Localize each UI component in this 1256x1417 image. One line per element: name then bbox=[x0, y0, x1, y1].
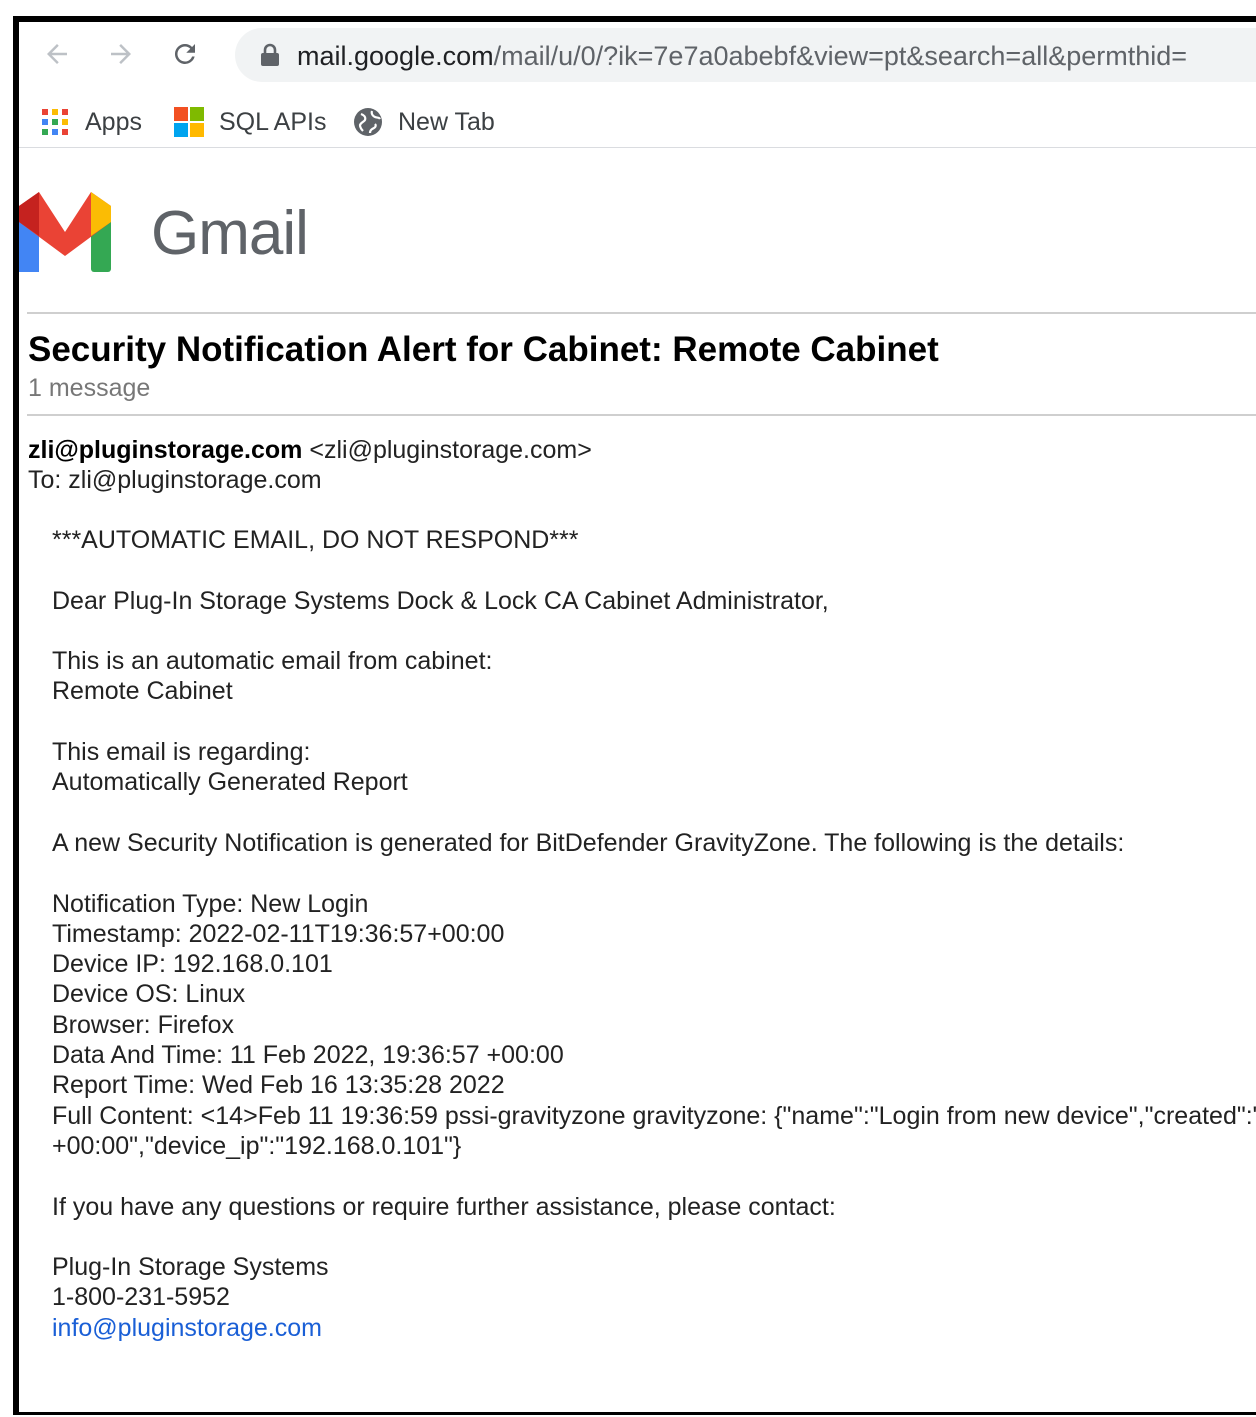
thread-subject: Security Notification Alert for Cabinet:… bbox=[28, 330, 939, 369]
detail-line: Timestamp: 2022-02-11T19:36:57+00:00 bbox=[52, 919, 505, 948]
reload-button[interactable] bbox=[165, 34, 205, 74]
bookmarks-bar: Apps SQL APIs New Tab bbox=[19, 96, 1256, 148]
lock-icon bbox=[261, 43, 279, 66]
detail-line: Device IP: 192.168.0.101 bbox=[52, 950, 333, 979]
detail-line: Notification Type: New Login bbox=[52, 889, 369, 918]
details-intro: A new Security Notification is generated… bbox=[52, 828, 1125, 857]
forward-button[interactable] bbox=[101, 34, 141, 74]
address-bar[interactable]: mail.google.com/mail/u/0/?ik=7e7a0abebf&… bbox=[235, 28, 1256, 82]
detail-line: Browser: Firefox bbox=[52, 1010, 234, 1039]
reload-icon bbox=[174, 43, 195, 64]
detail-line: Data And Time: 11 Feb 2022, 19:36:57 +00… bbox=[52, 1041, 564, 1070]
sender-line: zli@pluginstorage.com <zli@pluginstorage… bbox=[28, 436, 592, 465]
sender-address: <zli@pluginstorage.com> bbox=[309, 436, 592, 464]
intro-line: This is an automatic email from cabinet: bbox=[52, 647, 493, 676]
company-name: Plug-In Storage Systems bbox=[52, 1253, 329, 1282]
bookmark-label: Apps bbox=[85, 107, 142, 136]
windows-logo-icon bbox=[174, 107, 204, 137]
message-count: 1 message bbox=[28, 374, 151, 402]
closing-line: If you have any questions or require fur… bbox=[52, 1192, 836, 1221]
globe-icon bbox=[354, 108, 382, 136]
bookmark-new-tab[interactable]: New Tab bbox=[352, 104, 495, 140]
browser-toolbar: mail.google.com/mail/u/0/?ik=7e7a0abebf&… bbox=[19, 22, 1256, 88]
detail-line: Full Content: <14>Feb 11 19:36:59 pssi-g… bbox=[52, 1101, 1256, 1130]
detail-line: +00:00","device_ip":"192.168.0.101"} bbox=[52, 1131, 462, 1160]
gmail-logo-icon bbox=[19, 192, 111, 272]
greeting-line: Dear Plug-In Storage Systems Dock & Lock… bbox=[52, 586, 829, 615]
bookmark-apps[interactable]: Apps bbox=[39, 104, 142, 140]
sender-name: zli@pluginstorage.com bbox=[28, 436, 303, 464]
apps-grid-icon bbox=[42, 109, 68, 135]
regarding-value: Automatically Generated Report bbox=[52, 768, 408, 797]
email-body: ***AUTOMATIC EMAIL, DO NOT RESPOND*** De… bbox=[52, 525, 1256, 1343]
divider bbox=[27, 414, 1256, 416]
banner-line: ***AUTOMATIC EMAIL, DO NOT RESPOND*** bbox=[52, 526, 579, 554]
gmail-wordmark: Gmail bbox=[151, 199, 309, 268]
divider bbox=[27, 312, 1256, 314]
recipient-line: To: zli@pluginstorage.com bbox=[28, 466, 322, 494]
browser-window: mail.google.com/mail/u/0/?ik=7e7a0abebf&… bbox=[13, 16, 1256, 1415]
arrow-right-icon bbox=[111, 44, 131, 64]
bookmark-label: New Tab bbox=[398, 107, 495, 136]
url-text: mail.google.com/mail/u/0/?ik=7e7a0abebf&… bbox=[297, 41, 1188, 71]
detail-line: Device OS: Linux bbox=[52, 980, 246, 1009]
detail-line: Report Time: Wed Feb 16 13:35:28 2022 bbox=[52, 1071, 505, 1100]
back-button[interactable] bbox=[37, 34, 77, 74]
regarding-label: This email is regarding: bbox=[52, 738, 311, 767]
company-phone: 1-800-231-5952 bbox=[52, 1283, 230, 1312]
bookmark-sql-apis[interactable]: SQL APIs bbox=[173, 104, 326, 140]
cabinet-name: Remote Cabinet bbox=[52, 677, 233, 706]
contact-email-link[interactable]: info@pluginstorage.com bbox=[52, 1314, 322, 1342]
arrow-left-icon bbox=[47, 44, 67, 64]
bookmark-label: SQL APIs bbox=[219, 107, 327, 136]
